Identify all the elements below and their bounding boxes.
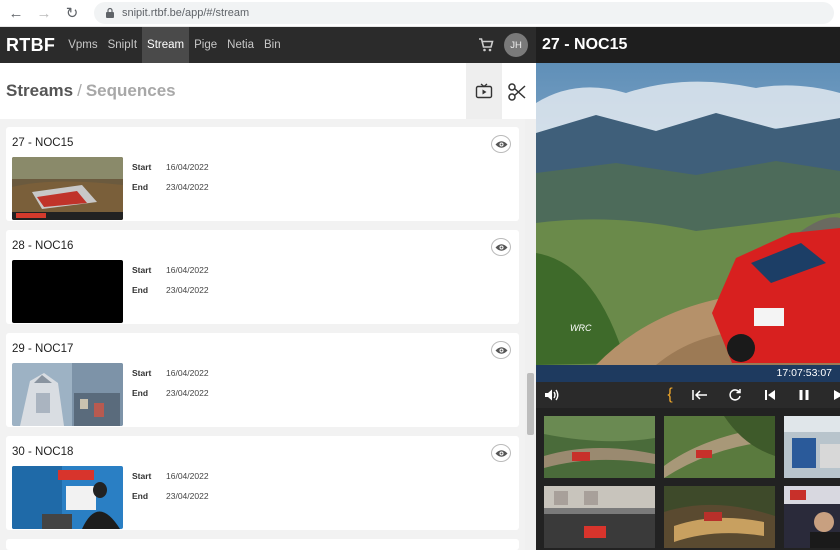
cart-icon[interactable] <box>478 37 494 53</box>
stream-title: 29 - NOC17 <box>12 343 74 355</box>
stream-title: 28 - NOC16 <box>12 240 74 252</box>
stream-view-button[interactable] <box>466 63 502 119</box>
replay-icon[interactable] <box>727 387 743 403</box>
streams-list: 27 - NOC15 Start 16/04/2022 End 23/04/20… <box>0 119 536 550</box>
end-date: 23/04/2022 <box>166 388 209 398</box>
start-date: 16/04/2022 <box>166 368 209 378</box>
stream-card[interactable]: 27 - NOC15 Start 16/04/2022 End 23/04/20… <box>6 127 519 221</box>
timecode: 17:07:53:07 <box>776 367 832 379</box>
nav-item-stream[interactable]: Stream <box>142 27 190 63</box>
stream-card[interactable]: 29 - NOC17 Start 16/04/2022 End 23/04/20… <box>6 333 519 427</box>
eye-icon <box>495 449 507 457</box>
breadcrumb-separator: / <box>77 81 82 100</box>
end-label: End <box>132 182 149 192</box>
start-label: Start <box>132 471 152 481</box>
sequence-thumbnail[interactable] <box>784 486 840 548</box>
sequence-thumbnails <box>536 408 840 550</box>
start-label: Start <box>132 162 152 172</box>
player-title: 27 - NOC15 <box>542 36 628 53</box>
previous-frame-icon[interactable] <box>762 387 778 403</box>
eye-icon <box>495 140 507 148</box>
breadcrumb-sequences[interactable]: Sequences <box>86 81 176 100</box>
breadcrumb: Streams / Sequences <box>6 81 176 101</box>
view-stream-button[interactable] <box>491 238 511 256</box>
scissors-icon[interactable] <box>506 81 528 103</box>
end-label: End <box>132 491 149 501</box>
sequence-thumbnail[interactable] <box>784 416 840 478</box>
sequence-thumbnail[interactable] <box>664 416 775 478</box>
start-date: 16/04/2022 <box>166 162 209 172</box>
player-panel: 27 - NOC15 WRC 17:07:53:07 { <box>536 27 840 550</box>
lock-icon <box>106 7 114 18</box>
reload-icon[interactable]: ↻ <box>60 1 84 25</box>
list-scrollbar[interactable] <box>525 119 536 550</box>
video-player[interactable]: WRC <box>536 63 840 365</box>
timecode-bar: 17:07:53:07 <box>536 365 840 382</box>
go-to-start-icon[interactable] <box>692 387 708 403</box>
nav-item-netia[interactable]: Netia <box>222 27 259 63</box>
list-header: Streams / Sequences <box>0 63 536 119</box>
scrollbar-thumb[interactable] <box>527 373 534 435</box>
sequence-thumbnail[interactable] <box>544 416 655 478</box>
sequence-thumbnail[interactable] <box>664 486 775 548</box>
view-stream-button[interactable] <box>491 444 511 462</box>
end-label: End <box>132 388 149 398</box>
player-controls: { <box>536 382 840 408</box>
start-date: 16/04/2022 <box>166 265 209 275</box>
user-avatar[interactable]: JH <box>504 33 528 57</box>
app-navbar: RTBF Vpms SnipIt Stream Pige Netia Bin J… <box>0 27 536 63</box>
end-date: 23/04/2022 <box>166 182 209 192</box>
stream-card[interactable]: 30 - NOC18 Start 16/04/2022 End 23/04/20… <box>6 436 519 530</box>
stream-thumbnail[interactable] <box>12 157 123 220</box>
nav-item-bin[interactable]: Bin <box>259 27 286 63</box>
address-bar[interactable]: snipit.rtbf.be/app/#/stream <box>94 2 834 24</box>
forward-arrow-icon[interactable]: → <box>32 1 56 25</box>
stream-card-partial[interactable] <box>6 539 519 550</box>
start-label: Start <box>132 265 152 275</box>
stream-title: 30 - NOC18 <box>12 446 74 458</box>
back-arrow-icon[interactable]: ← <box>4 1 28 25</box>
browser-toolbar: ← → ↻ snipit.rtbf.be/app/#/stream <box>0 0 840 27</box>
nav-item-vpms[interactable]: Vpms <box>63 27 102 63</box>
view-stream-button[interactable] <box>491 135 511 153</box>
start-date: 16/04/2022 <box>166 471 209 481</box>
sequence-thumbnail[interactable] <box>544 486 655 548</box>
pause-icon[interactable] <box>796 387 812 403</box>
nav-item-snipit[interactable]: SnipIt <box>103 27 142 63</box>
tv-play-icon <box>475 83 493 99</box>
breadcrumb-streams[interactable]: Streams <box>6 81 73 100</box>
view-stream-button[interactable] <box>491 341 511 359</box>
stream-title: 27 - NOC15 <box>12 137 74 149</box>
url-text: snipit.rtbf.be/app/#/stream <box>122 7 250 19</box>
stream-thumbnail[interactable] <box>12 466 123 529</box>
nav-item-pige[interactable]: Pige <box>189 27 222 63</box>
eye-icon <box>495 346 507 354</box>
mark-in-icon[interactable]: { <box>662 386 678 403</box>
end-label: End <box>132 285 149 295</box>
play-icon[interactable] <box>830 387 840 403</box>
stream-card[interactable]: 28 - NOC16 Start 16/04/2022 End 23/04/20… <box>6 230 519 324</box>
volume-icon[interactable] <box>544 387 560 403</box>
eye-icon <box>495 243 507 251</box>
wrc-logo: WRC <box>570 323 592 333</box>
stream-thumbnail[interactable] <box>12 260 123 323</box>
end-date: 23/04/2022 <box>166 491 209 501</box>
brand-logo[interactable]: RTBF <box>0 35 63 56</box>
start-label: Start <box>132 368 152 378</box>
end-date: 23/04/2022 <box>166 285 209 295</box>
stream-thumbnail[interactable] <box>12 363 123 426</box>
